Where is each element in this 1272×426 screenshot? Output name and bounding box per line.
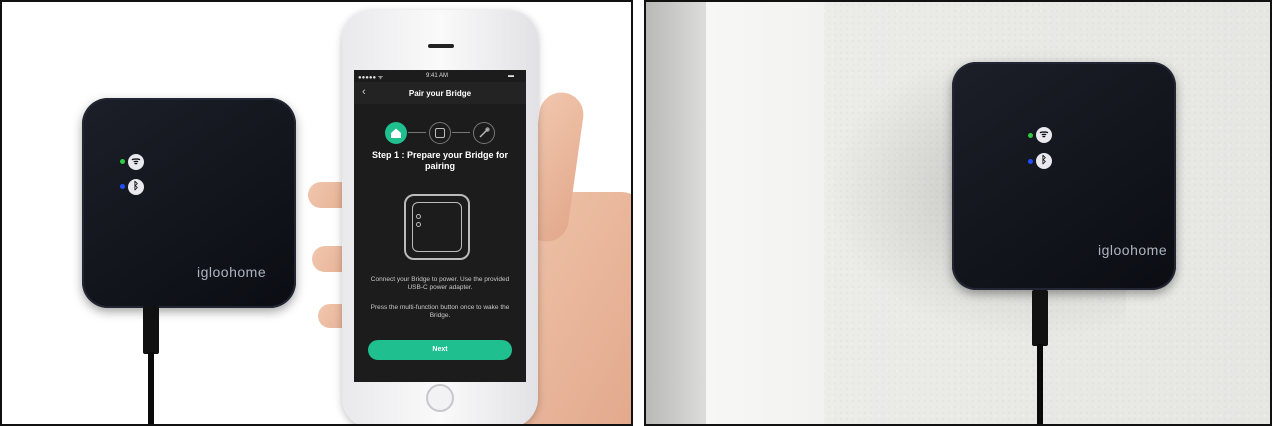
bluetooth-led	[120, 184, 125, 189]
wifi-led	[1028, 133, 1033, 138]
usb-plug	[143, 306, 159, 354]
wifi-icon: ᯤ	[1036, 127, 1052, 143]
home-button[interactable]	[426, 384, 454, 412]
right-photo-panel: ᯤ ᛒ igloohome	[644, 0, 1272, 426]
bridge-step-icon	[429, 122, 451, 144]
bluetooth-icon: ᛒ	[128, 179, 144, 195]
battery-icon: ▬	[508, 73, 514, 79]
home-step-icon	[385, 122, 407, 144]
step-connector	[408, 132, 426, 133]
bridge-illustration	[404, 194, 470, 260]
device-brand: igloohome	[197, 264, 267, 280]
next-button[interactable]: Next	[368, 340, 512, 360]
wall-side-face	[706, 2, 824, 424]
bridge-device: ᯤ ᛒ igloohome	[82, 98, 296, 308]
usb-plug	[1032, 290, 1048, 346]
status-bar: ●●●●● ᯤ 9:41 AM ▬	[354, 70, 526, 82]
page-title: Pair your Bridge	[408, 89, 472, 98]
bridge-device-wall: ᯤ ᛒ igloohome	[952, 62, 1176, 290]
phone-screen: ●●●●● ᯤ 9:41 AM ▬ ‹ Pair your Bridge Ste…	[354, 70, 526, 382]
instruction-power: Connect your Bridge to power. Use the pr…	[370, 276, 510, 291]
status-time: 9:41 AM	[426, 73, 449, 79]
wall-corner-shadow	[646, 2, 706, 424]
wrench-step-icon	[473, 122, 495, 144]
bluetooth-led	[1028, 159, 1033, 164]
wifi-icon: ᯤ	[128, 154, 144, 170]
instruction-wake: Press the multi-function button once to …	[370, 304, 510, 319]
phone-speaker	[428, 44, 454, 48]
smartphone: ●●●●● ᯤ 9:41 AM ▬ ‹ Pair your Bridge Ste…	[342, 10, 538, 424]
power-cable	[1037, 344, 1043, 424]
device-brand: igloohome	[1098, 242, 1168, 258]
wifi-led	[120, 159, 125, 164]
step-heading: Step 1 : Prepare your Bridge for pairing	[371, 150, 509, 171]
carrier-signal: ●●●●● ᯤ	[358, 75, 384, 81]
step-connector	[452, 132, 470, 133]
power-cable	[148, 352, 154, 424]
nav-bar: ‹ Pair your Bridge	[354, 82, 526, 104]
left-photo-panel: ᯤ ᛒ igloohome ●●●●● ᯤ 9:41 AM ▬ ‹ Pair y…	[0, 0, 633, 426]
bluetooth-icon: ᛒ	[1036, 153, 1052, 169]
